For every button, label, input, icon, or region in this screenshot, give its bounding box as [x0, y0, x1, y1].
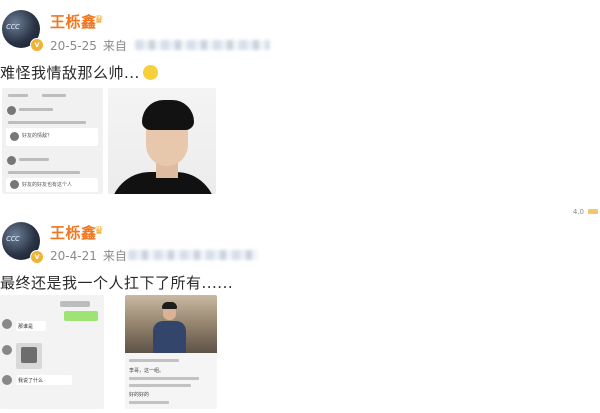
side-stat: 4.0: [573, 208, 598, 216]
image-thumbnail-wechat-screenshot[interactable]: 那谁是 我说了什么: [0, 295, 104, 409]
side-stat-value: 4.0: [572, 208, 584, 216]
blurred-source: [135, 40, 270, 50]
stat-bar-icon: [588, 209, 598, 214]
crown-icon: ♛: [94, 224, 104, 237]
chat-text: 那谁是: [18, 324, 34, 330]
post-source-label: 来自: [102, 249, 127, 263]
post-text: 最终还是我一个人扛下了所有......: [0, 274, 234, 292]
image-thumbnail-photo-post[interactable]: 李哥，这一组。 好的好的: [125, 295, 217, 409]
screenshot-text: 好友的情敌？: [22, 133, 53, 139]
post-meta: 20-4-21 来自: [50, 247, 127, 264]
avatar-script-text: ccc: [6, 22, 20, 32]
post-text: 难怪我情敌那么帅...: [0, 62, 158, 83]
photo-caption: 好的好的: [129, 392, 150, 398]
chat-text: 我说了什么: [18, 378, 44, 384]
screenshot-text: 好友的好友也有这个人: [22, 182, 73, 188]
post-source-label: 来自: [102, 39, 127, 53]
avatar-script-text: ccc: [6, 234, 20, 244]
username[interactable]: 王栎鑫: [50, 222, 97, 243]
crown-icon: ♛: [94, 13, 104, 26]
post-meta: 20-5-25 来自: [50, 37, 127, 54]
image-thumbnail-portrait[interactable]: [108, 88, 216, 194]
post-date: 20-4-21: [50, 249, 97, 263]
image-thumbnail-chat-screenshot[interactable]: 好友的情敌？ 好友的好友也有这个人: [2, 88, 103, 194]
photo-caption: 李哥，这一组。: [129, 368, 165, 374]
post-text-content: 难怪我情敌那么帅...: [0, 64, 140, 82]
vip-badge-icon: v: [30, 38, 44, 52]
post-date: 20-5-25: [50, 39, 97, 53]
vip-badge-icon: v: [30, 250, 44, 264]
smile-emoji-icon: [142, 65, 158, 80]
username[interactable]: 王栎鑫: [50, 11, 97, 32]
blurred-source: [128, 250, 258, 260]
